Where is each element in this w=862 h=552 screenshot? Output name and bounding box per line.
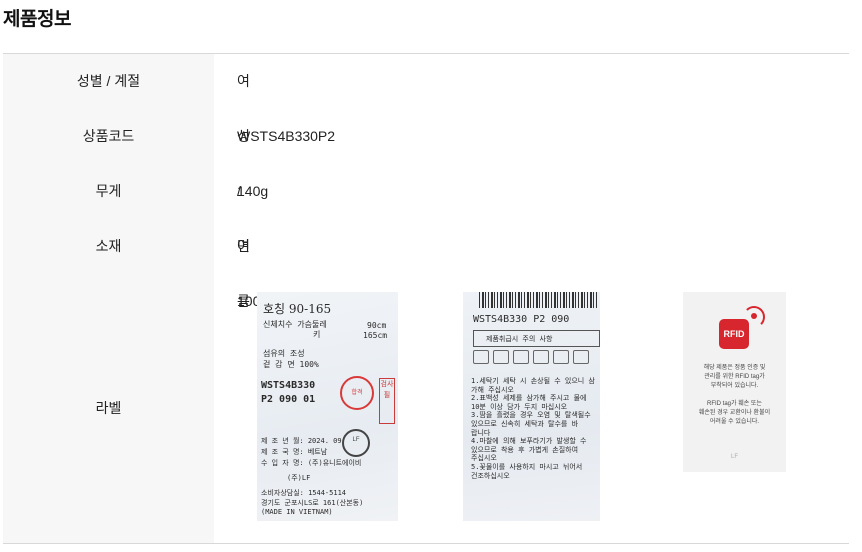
manufacture-date: 제 조 년 월: 2024. 09 xyxy=(261,437,342,445)
measure-chest-value: 90cm xyxy=(367,321,387,330)
rfid-label-image: RFID 해당 제품은 정품 인증 및 관리를 위한 RFID tag가 부착되… xyxy=(683,292,786,472)
care-note-line: 건조하십시오 xyxy=(471,471,510,480)
rfid-text-5: 훼손된 경우 교환이나 환불이 xyxy=(698,410,771,416)
row-value-weight: 140g xyxy=(237,183,269,199)
rfid-text-2: 관리를 위한 RFID tag가 xyxy=(704,374,765,380)
rfid-text-3: 부착되어 있습니다. xyxy=(710,383,759,389)
row-label-product-code: 상품코드 xyxy=(82,128,135,144)
rfid-logo: RFID xyxy=(719,319,749,349)
customer-service: 소비자상담실: 1544-5114 xyxy=(261,489,346,497)
composition-line: 겉 감 면 100% xyxy=(263,360,319,369)
care-label-image: WSTS4B330 P2 090 제품취급시 주의 사항 1.세탁기 세탁 시 … xyxy=(463,292,600,521)
care-heading-box: 제품취급시 주의 사항 xyxy=(473,330,600,347)
row-value-product-code: WSTS4B330P2 xyxy=(237,128,336,144)
row-label-material: 소재 xyxy=(95,238,122,254)
rfid-text-4: RFID tag가 훼손 또는 xyxy=(707,401,762,407)
care-heading: 제품취급시 주의 사항 xyxy=(486,335,553,343)
row-label-label: 라벨 xyxy=(95,400,122,416)
row-label-weight: 무게 xyxy=(95,183,122,199)
care-style-code: WSTS4B330 P2 090 xyxy=(473,314,570,325)
rfid-text-6: 어려울 수 있습니다. xyxy=(709,419,760,425)
dry-icon xyxy=(553,350,569,364)
importer: 수 입 자 명: (주)유니트에이비 xyxy=(261,459,362,467)
made-in: (MADE IN VIETNAM) xyxy=(261,508,333,516)
wring-icon xyxy=(573,350,589,364)
size-line: 호칭 90-165 xyxy=(263,302,332,316)
pass-stamp: 합격 xyxy=(340,376,374,410)
dry-clean-icon xyxy=(533,350,549,364)
care-symbols xyxy=(473,350,598,368)
composition-title: 섬유의 조성 xyxy=(263,349,305,358)
style-code-1: WSTS4B330 xyxy=(261,380,316,391)
bleach-icon xyxy=(493,350,509,364)
style-code-2: P2 090 01 xyxy=(261,394,316,405)
wash-icon xyxy=(473,350,489,364)
row-label-gender-season: 성별 / 계절 xyxy=(76,73,141,89)
bottom-divider xyxy=(3,543,849,544)
iron-icon xyxy=(513,350,529,364)
manufacture-country: 제 조 국 명: 베트남 xyxy=(261,448,328,456)
size-label-image: 호칭 90-165 신체치수 가슴둘레 90cm 키 165cm 섬유의 조성 … xyxy=(257,292,398,521)
company-address: 경기도 군포시LS로 161(산본동) xyxy=(261,499,364,507)
rfid-text-1: 해당 제품은 정품 인증 및 xyxy=(703,365,766,371)
inspection-mark: 검사필 xyxy=(379,378,395,424)
rfid-brand: LF xyxy=(730,454,738,460)
brand-stamp: LF xyxy=(342,429,370,457)
section-title: 제품정보 xyxy=(3,9,71,30)
rfid-signal-icon xyxy=(751,313,757,319)
measure-height-value: 165cm xyxy=(363,331,388,340)
company-name: (주)LF xyxy=(287,474,311,482)
barcode xyxy=(479,292,597,308)
measure-height: 키 xyxy=(313,330,321,339)
